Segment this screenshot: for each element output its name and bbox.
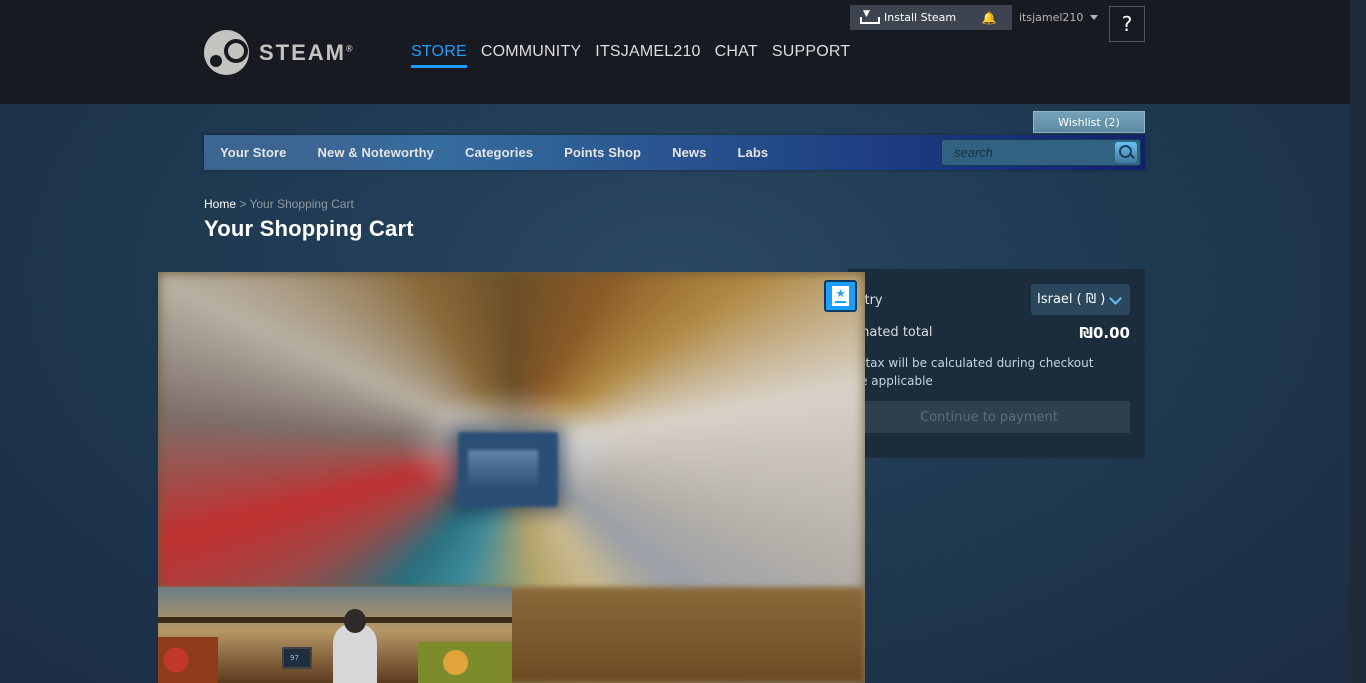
store-nav-categories[interactable]: Categories [450, 145, 549, 160]
steam-logo-icon [204, 30, 249, 75]
wishlist-button[interactable]: Wishlist (2) [1033, 111, 1145, 133]
account-name: itsjamel210 [1019, 11, 1084, 24]
estimated-total-value: ₪0.00 [1079, 324, 1130, 342]
bookmark-star-icon: ★ [832, 286, 849, 306]
sales-tax-note-line1: es tax will be calculated during checkou… [848, 356, 1094, 370]
country-value: Israel ( ₪ ) [1037, 292, 1106, 307]
continue-to-payment-button[interactable]: Continue to payment [848, 401, 1130, 433]
main-nav: STORE COMMUNITY ITSJAMEL210 CHAT SUPPORT [411, 43, 850, 68]
store-nav-points-shop[interactable]: Points Shop [549, 145, 657, 160]
register-number: 97 [290, 654, 299, 662]
media-overlay[interactable]: 97 [158, 272, 865, 683]
global-header: STEAM® STORE COMMUNITY ITSJAMEL210 CHAT … [0, 0, 1350, 104]
notifications-button[interactable]: 🔔 [966, 5, 1012, 30]
store-nav-news[interactable]: News [657, 145, 722, 160]
search-box [941, 139, 1141, 166]
steam-logo[interactable]: STEAM® [204, 30, 355, 75]
breadcrumb-separator: > [236, 197, 250, 211]
store-nav-your-store[interactable]: Your Store [220, 145, 303, 160]
country-select[interactable]: Israel ( ₪ ) [1031, 284, 1130, 315]
nav-support[interactable]: SUPPORT [772, 43, 850, 68]
cart-summary: untry Israel ( ₪ ) timated total ₪0.00 e… [848, 269, 1145, 458]
nav-store[interactable]: STORE [411, 43, 467, 68]
bell-icon: 🔔 [981, 10, 997, 25]
nav-profile[interactable]: ITSJAMEL210 [595, 43, 700, 68]
sales-tax-note: es tax will be calculated during checkou… [848, 354, 1108, 390]
caret-down-icon [1090, 15, 1099, 20]
cash-register: 97 [282, 647, 312, 669]
nav-community[interactable]: COMMUNITY [481, 43, 581, 68]
store-nav: Your Store New & Noteworthy Categories P… [204, 135, 1145, 170]
search-input[interactable] [942, 140, 1114, 165]
install-steam-button[interactable]: Install Steam [850, 5, 967, 30]
chevron-down-icon [1109, 292, 1122, 305]
store-nav-new-noteworthy[interactable]: New & Noteworthy [303, 145, 450, 160]
store-nav-labs[interactable]: Labs [722, 145, 784, 160]
breadcrumb: Home > Your Shopping Cart [204, 197, 354, 211]
account-menu[interactable]: itsjamel210 [1019, 11, 1099, 24]
breadcrumb-home[interactable]: Home [204, 197, 236, 211]
search-icon[interactable] [1115, 142, 1137, 163]
install-steam-label: Install Steam [884, 11, 957, 24]
download-icon [860, 9, 880, 24]
breadcrumb-current[interactable]: Your Shopping Cart [249, 197, 353, 211]
store-thumbnail[interactable]: 97 [158, 587, 512, 683]
logo-trademark: ® [346, 43, 355, 54]
help-button[interactable]: ? [1109, 6, 1145, 42]
page-title: Your Shopping Cart [204, 216, 414, 241]
help-icon: ? [1121, 12, 1133, 36]
scrollbar[interactable] [1350, 0, 1366, 683]
nav-chat[interactable]: CHAT [715, 43, 758, 68]
logo-text: STEAM [259, 39, 346, 65]
blurred-card [458, 432, 558, 507]
bookmark-star-button[interactable]: ★ [824, 280, 857, 312]
sales-tax-note-line2: ere applicable [848, 374, 933, 388]
